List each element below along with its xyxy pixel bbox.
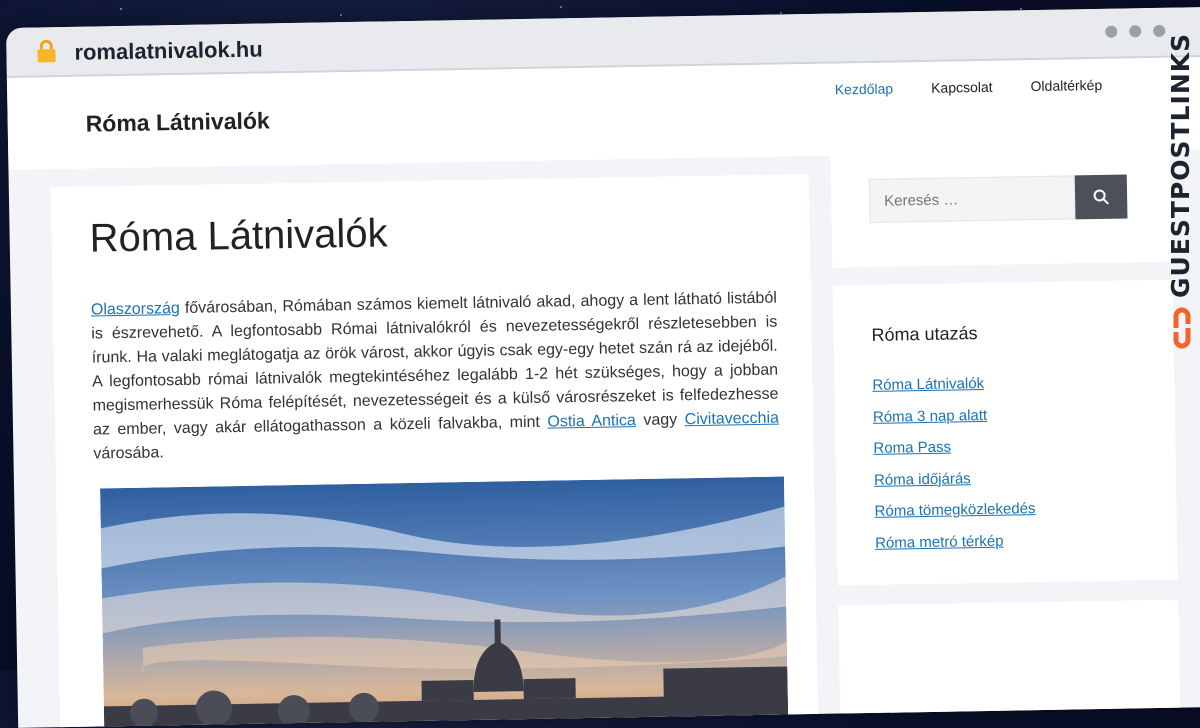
link-olaszorszag[interactable]: Olaszország [91,300,180,319]
travel-widget: Róma utazás Róma Látnivalók Róma 3 nap a… [832,279,1178,586]
window-dot[interactable] [1129,25,1142,38]
link-roma-pass[interactable]: Roma Pass [873,439,951,457]
list-item: Róma 3 nap alatt [873,406,1034,440]
search-icon [1093,189,1109,205]
list-item: Róma Látnivalók [872,374,1033,408]
link-roma-idojaras[interactable]: Róma időjárás [874,470,971,489]
guestpostlinks-watermark: GUESTPOSTLINKS [1166,32,1195,298]
search-button[interactable] [1074,174,1128,220]
link-ostia-antica[interactable]: Ostia Antica [547,412,636,431]
guestpostlinks-logo-icon [1173,307,1191,349]
window-dot[interactable] [1153,24,1166,37]
main-content: Róma Látnivalók Olaszország fővárosában,… [50,174,819,728]
window-dot[interactable] [1105,25,1118,38]
search-widget [830,141,1173,268]
link-roma-latnivalok[interactable]: Róma Látnivalók [872,375,984,394]
window-controls [1093,24,1166,43]
sidebar-widget-3 [838,599,1181,726]
list-item: Róma metró térkép [875,532,1036,566]
link-roma-3-nap[interactable]: Róma 3 nap alatt [873,406,988,425]
star [560,6,562,8]
intro-paragraph: Olaszország fővárosában, Rómában számos … [91,287,780,467]
link-roma-tomegkozlekedes[interactable]: Róma tömegközlekedés [874,500,1035,520]
star [340,14,342,16]
intro-text: városába. [93,444,164,463]
list-item: Róma tömegközlekedés [874,500,1035,534]
list-item: Róma időjárás [874,469,1035,503]
nav-sitemap[interactable]: Oldaltérkép [1030,77,1102,94]
rome-skyline-photo [100,476,789,728]
url-text[interactable]: romalatnivalok.hu [74,37,263,66]
nav-home[interactable]: Kezdőlap [835,81,894,98]
star [120,8,122,10]
list-item: Roma Pass [873,437,1034,471]
intro-text: vagy [635,411,685,430]
lock-icon [37,39,56,63]
widget-title: Róma utazás [871,323,978,345]
link-roma-metro[interactable]: Róma metró térkép [875,532,1004,551]
travel-links-list: Róma Látnivalók Róma 3 nap alatt Roma Pa… [872,374,1036,566]
search-input[interactable] [868,175,1076,223]
link-civitavecchia[interactable]: Civitavecchia [685,410,780,429]
page-title: Róma Látnivalók [89,211,388,261]
main-nav: Kezdőlap Kapcsolat Oldaltérkép [835,77,1103,98]
browser-window: romalatnivalok.hu Róma Látnivalók Kezdől… [6,6,1200,728]
nav-contact[interactable]: Kapcsolat [931,79,993,96]
site-title[interactable]: Róma Látnivalók [85,107,269,137]
